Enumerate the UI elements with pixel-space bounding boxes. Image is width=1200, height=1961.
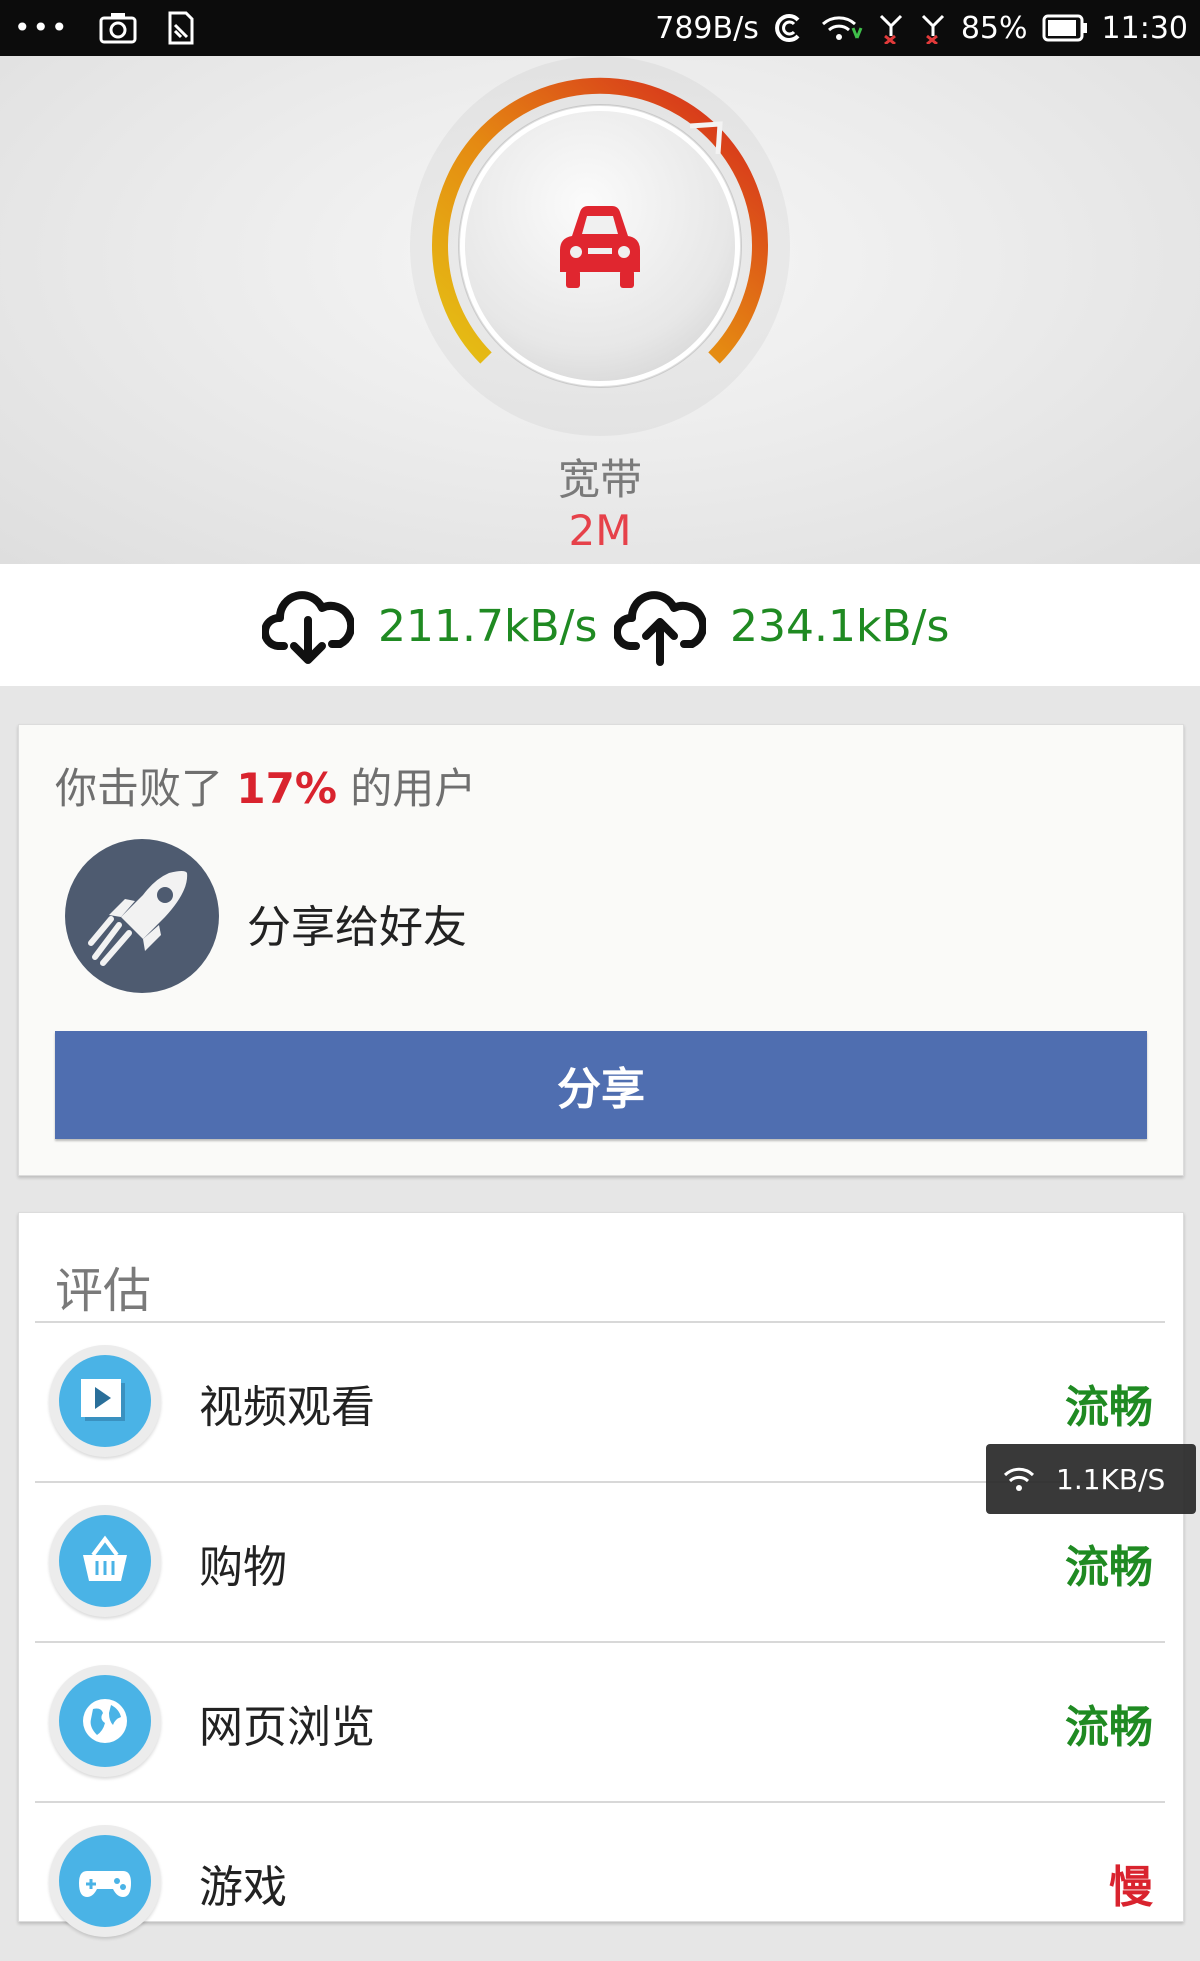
download-speed: 211.7kB/s	[262, 586, 597, 666]
cloud-download-icon	[262, 591, 354, 664]
evaluation-status: 流畅	[1065, 1382, 1153, 1433]
rocket-badge-icon	[65, 839, 219, 993]
signal-sim2-icon	[919, 12, 947, 44]
car-icon	[560, 206, 640, 288]
wifi-icon	[1003, 1467, 1035, 1491]
share-to-friends-label: 分享给好友	[247, 902, 467, 953]
battery-percent: 85%	[960, 10, 1028, 46]
video-icon-badge	[49, 1345, 161, 1457]
connection-type-label: 宽带	[557, 455, 642, 504]
clock: 11:30	[1101, 10, 1188, 46]
ranking-prefix: 你击败了	[55, 764, 224, 813]
evaluation-label: 购物	[199, 1542, 287, 1593]
battery-icon	[1042, 13, 1088, 43]
floating-speed-value: 1.1KB/S	[1056, 1462, 1166, 1496]
evaluation-title: 评估	[55, 1263, 152, 1319]
browsing-icon-badge	[49, 1665, 161, 1777]
upload-speed: 234.1kB/s	[614, 586, 949, 666]
evaluation-card: 评估 视频观看 流畅 购物 流畅 网页浏览 流畅 游戏 慢	[18, 1212, 1184, 1937]
evaluation-status: 流畅	[1065, 1542, 1153, 1593]
share-card: 你击败了 17% 的用户 分享给好友 分享	[18, 724, 1184, 1176]
bandwidth-value: 2M	[568, 506, 632, 555]
evaluation-label: 视频观看	[199, 1382, 375, 1433]
speed-results: 211.7kB/s 234.1kB/s	[0, 564, 1200, 686]
share-button[interactable]: 分享	[55, 1031, 1147, 1139]
speed-gauge	[400, 56, 800, 456]
ranking-percent: 17%	[236, 764, 337, 813]
evaluation-status: 流畅	[1065, 1702, 1153, 1753]
network-speed: 789B/s	[655, 10, 759, 46]
signal-sim1-icon	[877, 12, 905, 44]
data-saver-icon	[773, 12, 805, 44]
shopping-basket-icon	[83, 1535, 127, 1581]
cloud-upload-icon	[614, 591, 706, 666]
download-speed-value: 211.7kB/s	[378, 600, 598, 652]
evaluation-label: 游戏	[199, 1862, 287, 1913]
status-bar: ••• 789B/s 85% 11:30	[0, 0, 1200, 56]
more-notifications-icon: •••	[14, 11, 70, 44]
screenshot-icon	[98, 11, 138, 45]
games-icon-badge	[49, 1825, 161, 1937]
sim-card-icon	[166, 11, 194, 45]
ranking-text: 你击败了 17% 的用户	[55, 755, 476, 816]
wifi-icon	[819, 12, 863, 44]
speed-gauge-header: 宽带 2M	[0, 56, 1200, 564]
gamepad-icon	[79, 1871, 131, 1897]
evaluation-status: 慢	[1109, 1862, 1153, 1913]
video-play-icon	[81, 1379, 125, 1421]
floating-speed-widget[interactable]: 1.1KB/S	[986, 1444, 1196, 1514]
evaluation-row-games[interactable]: 游戏 慢	[35, 1803, 1165, 1961]
globe-icon	[83, 1699, 127, 1743]
evaluation-label: 网页浏览	[199, 1702, 375, 1753]
ranking-suffix: 的用户	[350, 764, 477, 813]
shopping-icon-badge	[49, 1505, 161, 1617]
upload-speed-value: 234.1kB/s	[730, 600, 950, 652]
evaluation-row-browsing[interactable]: 网页浏览 流畅	[35, 1643, 1165, 1801]
